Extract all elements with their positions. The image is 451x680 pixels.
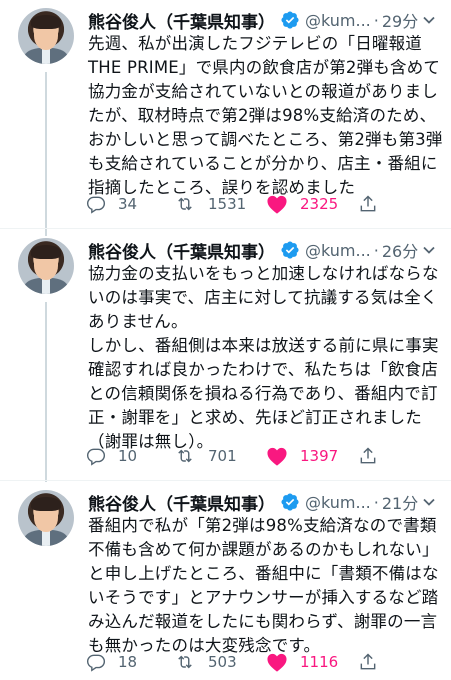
heart-icon bbox=[266, 446, 288, 466]
share-button[interactable] bbox=[358, 444, 378, 468]
tweet-text-line: ありません。 bbox=[88, 312, 188, 331]
avatar[interactable] bbox=[18, 8, 74, 64]
author-handle[interactable]: @kum... bbox=[305, 493, 371, 512]
separator-dot: · bbox=[373, 492, 379, 512]
tweet-header: 熊谷俊人（千葉県知事） @kum... · 26分 bbox=[88, 238, 437, 263]
share-icon bbox=[358, 446, 378, 466]
reply-icon bbox=[86, 652, 106, 672]
tweet-text: 番組内で私が「第2弾は98%支給済なので書類 不備も含めて何か課題があるのかもし… bbox=[88, 514, 439, 658]
tweet-divider bbox=[0, 480, 451, 481]
tweet-text-line: いそうです」とアナウンサーが挿入するなど踏 bbox=[88, 588, 439, 607]
verified-badge-icon bbox=[280, 492, 300, 512]
retweet-icon bbox=[174, 446, 196, 466]
tweet-actions: 34 1531 2325 bbox=[86, 192, 386, 216]
like-count: 1397 bbox=[300, 447, 339, 465]
chevron-down-icon[interactable] bbox=[421, 494, 437, 514]
author-name[interactable]: 熊谷俊人（千葉県知事） bbox=[88, 8, 275, 33]
like-button[interactable]: 2325 bbox=[266, 192, 338, 216]
tweet-text-line: おかしいと思って調べたところ、第2弾も第3弾 bbox=[88, 130, 443, 149]
chevron-down-icon[interactable] bbox=[421, 242, 437, 262]
like-count: 2325 bbox=[300, 195, 339, 213]
retweet-icon bbox=[174, 652, 196, 672]
verified-badge-icon bbox=[280, 240, 300, 260]
reply-button[interactable]: 18 bbox=[86, 650, 137, 674]
tweet-text-line: も支給されていることが分かり、店主・番組に bbox=[88, 154, 438, 173]
tweet-actions: 18 503 1116 bbox=[86, 650, 386, 674]
like-button[interactable]: 1397 bbox=[266, 444, 338, 468]
tweet-text-line: み込んだ報道をしたにも関わらず、謝罪の一言 bbox=[88, 612, 438, 631]
tweet-2[interactable]: 熊谷俊人（千葉県知事） @kum... · 26分 協力金の支払いをもっと加速し… bbox=[0, 230, 451, 480]
tweet-text-line: 協力金の支払いをもっと加速しなければならな bbox=[88, 264, 439, 283]
separator-dot: · bbox=[373, 240, 379, 260]
reply-button[interactable]: 10 bbox=[86, 444, 137, 468]
retweet-count: 701 bbox=[208, 447, 237, 465]
like-button[interactable]: 1116 bbox=[266, 650, 338, 674]
tweet-divider bbox=[0, 228, 451, 229]
tweet-text-line: 確認すれば良かったわけで、私たちは「飲食店 bbox=[88, 360, 439, 379]
retweet-button[interactable]: 503 bbox=[174, 650, 237, 674]
tweet-text-line: 正・謝罪を」と求め、先ほど訂正されました bbox=[88, 408, 422, 427]
reply-icon bbox=[86, 446, 106, 466]
tweet-text-line: 協力金が支給されていないとの報道がありまし bbox=[88, 82, 439, 101]
tweet-actions: 10 701 1397 bbox=[86, 444, 386, 468]
reply-icon bbox=[86, 194, 106, 214]
retweet-button[interactable]: 1531 bbox=[174, 192, 246, 216]
tweet-header: 熊谷俊人（千葉県知事） @kum... · 21分 bbox=[88, 490, 437, 515]
reply-button[interactable]: 34 bbox=[86, 192, 137, 216]
chevron-down-icon[interactable] bbox=[421, 12, 437, 32]
tweet-text-line: たが、取材時点で第2弾は98%支給済のため、 bbox=[88, 106, 437, 125]
tweet-1[interactable]: 熊谷俊人（千葉県知事） @kum... · 29分 先週、私が出演したフジテレビ… bbox=[0, 0, 451, 222]
like-count: 1116 bbox=[300, 653, 339, 671]
tweet-time[interactable]: 21分 bbox=[382, 490, 418, 514]
share-icon bbox=[358, 194, 378, 214]
share-button[interactable] bbox=[358, 192, 378, 216]
tweet-text-line: 先週、私が出演したフジテレビの「日曜報道 bbox=[88, 34, 422, 53]
avatar[interactable] bbox=[18, 490, 74, 546]
tweet-text-line: 不備も含めて何か課題があるのかもしれない」 bbox=[88, 540, 439, 559]
tweet-text: 協力金の支払いをもっと加速しなければならな いのは事実で、店主に対して抗議する気… bbox=[88, 262, 439, 454]
share-button[interactable] bbox=[358, 650, 378, 674]
retweet-icon bbox=[174, 194, 196, 214]
tweet-header: 熊谷俊人（千葉県知事） @kum... · 29分 bbox=[88, 8, 437, 33]
tweet-time[interactable]: 29分 bbox=[382, 8, 418, 32]
tweet-time[interactable]: 26分 bbox=[382, 238, 418, 262]
heart-icon bbox=[266, 194, 288, 214]
author-name[interactable]: 熊谷俊人（千葉県知事） bbox=[88, 490, 275, 515]
retweet-button[interactable]: 701 bbox=[174, 444, 237, 468]
reply-count: 34 bbox=[118, 195, 138, 213]
author-name[interactable]: 熊谷俊人（千葉県知事） bbox=[88, 238, 275, 263]
separator-dot: · bbox=[373, 10, 379, 30]
author-handle[interactable]: @kum... bbox=[305, 11, 371, 30]
tweet-text-line: しかし、番組側は本来は放送する前に県に事実 bbox=[88, 336, 439, 355]
tweet-text: 先週、私が出演したフジテレビの「日曜報道 THE PRIME」で県内の飲食店が第… bbox=[88, 32, 443, 200]
tweet-text-line: いのは事実で、店主に対して抗議する気は全く bbox=[88, 288, 438, 307]
avatar[interactable] bbox=[18, 238, 74, 294]
author-handle[interactable]: @kum... bbox=[305, 241, 371, 260]
share-icon bbox=[358, 652, 378, 672]
tweet-text-line: 番組内で私が「第2弾は98%支給済なので書類 bbox=[88, 516, 437, 535]
retweet-count: 503 bbox=[208, 653, 237, 671]
tweet-3[interactable]: 熊谷俊人（千葉県知事） @kum... · 21分 番組内で私が「第2弾は98%… bbox=[0, 482, 451, 680]
tweet-text-line: THE PRIME」で県内の飲食店が第2弾も含めて bbox=[88, 58, 441, 77]
reply-count: 18 bbox=[118, 653, 138, 671]
tweet-text-line: と申し上げたところ、番組中に「書類不備はな bbox=[88, 564, 439, 583]
retweet-count: 1531 bbox=[208, 195, 247, 213]
tweet-text-line: との信頼関係を損ねる行為であり、番組内で訂 bbox=[88, 384, 438, 403]
reply-count: 10 bbox=[118, 447, 138, 465]
verified-badge-icon bbox=[280, 10, 300, 30]
heart-icon bbox=[266, 652, 288, 672]
